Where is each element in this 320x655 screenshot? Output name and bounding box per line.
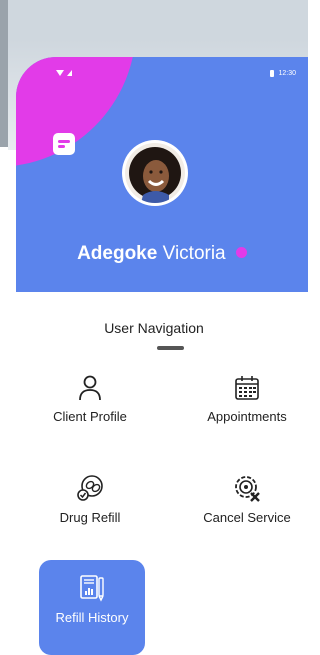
user-first-name: Adegoke: [77, 243, 158, 264]
profile-header: 12:30 Adegoke Victoria: [16, 57, 308, 292]
menu-icon-bar: [58, 145, 65, 148]
signal-icon: [67, 70, 72, 76]
calendar-icon: [235, 376, 259, 400]
verified-badge-icon: [235, 247, 247, 259]
nav-appointments[interactable]: Appointments: [192, 375, 302, 424]
nav-refill-history-label: Refill History: [55, 610, 129, 625]
status-icons: [56, 70, 72, 76]
nav-drug-refill-label: Drug Refill: [59, 510, 121, 525]
report-icon: [80, 575, 104, 602]
avatar[interactable]: [122, 140, 188, 206]
menu-button[interactable]: [53, 133, 75, 155]
nav-drug-refill[interactable]: Drug Refill: [35, 474, 145, 525]
nav-appointments-label: Appointments: [207, 409, 287, 424]
avatar-photo: [125, 143, 185, 203]
section-title: User Navigation: [104, 320, 204, 336]
nav-cancel-service-label: Cancel Service: [203, 510, 291, 525]
pills-icon: [77, 475, 103, 501]
drag-handle[interactable]: [157, 346, 184, 350]
background-edge: [0, 0, 8, 147]
user-last-name: Victoria: [162, 243, 226, 264]
wifi-icon: [56, 70, 64, 76]
status-bar-right: 12:30: [270, 70, 296, 77]
user-name: Adegoke Victoria: [16, 243, 308, 265]
menu-icon: [58, 140, 70, 143]
nav-refill-history[interactable]: Refill History: [39, 560, 145, 655]
status-time: 12:30: [278, 70, 296, 77]
nav-client-profile-label: Client Profile: [53, 409, 127, 424]
accent-blob: [16, 57, 136, 167]
person-icon: [79, 375, 101, 401]
gear-cancel-icon: [235, 476, 260, 502]
nav-client-profile[interactable]: Client Profile: [35, 375, 145, 424]
battery-icon: [270, 70, 275, 77]
nav-cancel-service[interactable]: Cancel Service: [192, 474, 302, 525]
